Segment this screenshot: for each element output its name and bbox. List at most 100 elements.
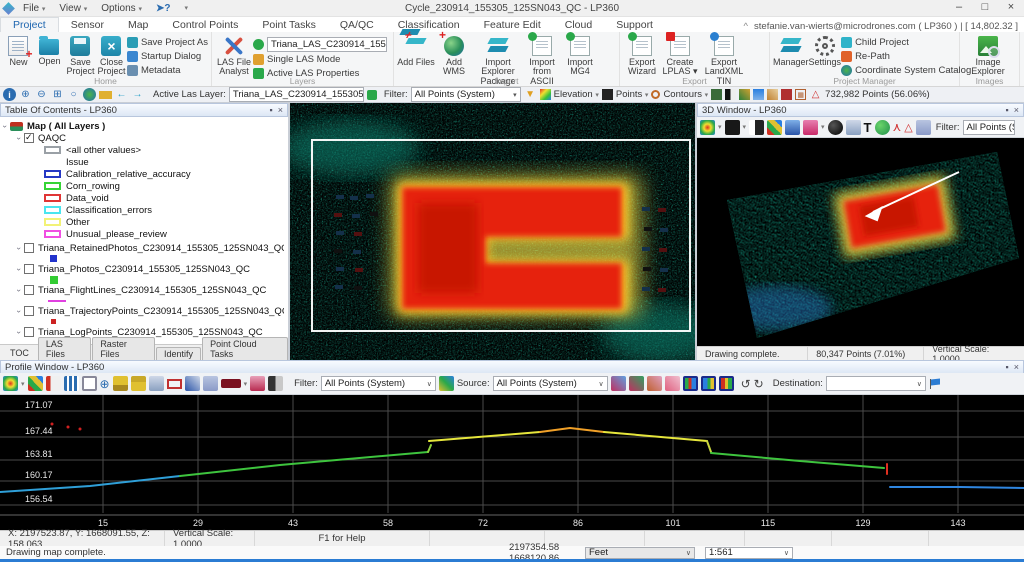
legend-corn-rowing[interactable]: Corn_rowing: [66, 181, 120, 192]
legend-calibration[interactable]: Calibration_relative_accuracy: [66, 169, 191, 180]
classify-tool-2-icon[interactable]: [628, 376, 644, 391]
display-option-5-icon[interactable]: [767, 89, 779, 100]
display-option-6-icon[interactable]: [781, 89, 793, 100]
class-palette-1-icon[interactable]: [682, 376, 698, 391]
display-option-3-icon[interactable]: [739, 89, 751, 100]
legend-unusual-please-review[interactable]: Unusual_please_review: [66, 229, 167, 240]
legend-classification-errors[interactable]: Classification_errors: [66, 205, 152, 216]
zoom-in-icon[interactable]: ⊕: [19, 88, 32, 101]
logpoints-checkbox[interactable]: [24, 327, 34, 337]
user-account-info[interactable]: stefanie.van-wierts@microdrones.com ( LP…: [754, 21, 1018, 32]
profile-zoom-icon[interactable]: ⊕: [100, 377, 110, 391]
profile-flatten-icon[interactable]: [268, 376, 284, 391]
caret-flightlines[interactable]: ›: [15, 285, 24, 295]
3d-intensity-icon[interactable]: [749, 119, 765, 135]
3d-viewshed-icon[interactable]: [845, 119, 861, 135]
zoom-window-icon[interactable]: ⊞: [51, 88, 64, 101]
maximize-button[interactable]: □: [972, 0, 998, 16]
toc-item-flightlines[interactable]: Triana_FlightLines_C230914_155305_125SN0…: [38, 285, 266, 296]
3d-points-display-icon[interactable]: [724, 119, 740, 135]
lod-grid-icon[interactable]: ▦: [795, 89, 807, 100]
profile-split-view-icon[interactable]: [81, 376, 97, 391]
import-mg4-button[interactable]: Import MG4: [561, 32, 599, 77]
units-select[interactable]: Feet ∨: [585, 546, 695, 559]
legend-other[interactable]: Other: [66, 217, 90, 228]
filter-select[interactable]: All Points (System) ▾: [410, 87, 521, 102]
profile-grid-icon[interactable]: [63, 376, 79, 391]
profile-pan-extent-icon[interactable]: [184, 376, 200, 391]
3d-filter-select[interactable]: All Points (System): [962, 119, 1015, 135]
toc-item-qaqc[interactable]: QAQC: [38, 133, 66, 144]
close-project-button[interactable]: Close Project: [96, 34, 127, 77]
startup-dialog-button[interactable]: Startup Dialog: [126, 50, 208, 63]
single-las-mode-button[interactable]: Single LAS Mode: [253, 53, 389, 66]
3d-globe-icon[interactable]: [874, 119, 890, 135]
3d-classification-colors-icon[interactable]: [767, 119, 783, 135]
tab-toc[interactable]: TOC: [2, 346, 37, 360]
retainedphotos-checkbox[interactable]: [24, 243, 34, 253]
child-project-button[interactable]: Child Project: [841, 36, 971, 49]
identify-icon[interactable]: i: [3, 88, 16, 101]
minimize-button[interactable]: –: [946, 0, 972, 16]
3d-profile-icon[interactable]: [803, 119, 819, 135]
3d-surface-icon[interactable]: [785, 119, 801, 135]
layer-mode-icon[interactable]: [366, 89, 377, 100]
profile-classify-person-icon[interactable]: [250, 376, 266, 391]
map-scale-select[interactable]: 1:561 ∨: [705, 546, 793, 559]
profile-source-select[interactable]: All Points (System) ∨: [492, 376, 608, 391]
tab-las-files[interactable]: LAS Files: [37, 337, 92, 360]
trajectorypoints-checkbox[interactable]: [24, 306, 34, 316]
tab-sensor[interactable]: Sensor: [59, 18, 116, 32]
collapse-ribbon-icon[interactable]: ^: [744, 21, 748, 32]
las-file-analyst-button[interactable]: LAS File Analyst: [215, 34, 253, 77]
caret-logpoints[interactable]: ›: [15, 327, 24, 337]
caret-trajectorypoints[interactable]: ›: [15, 306, 24, 316]
profile-map-select-icon[interactable]: [148, 376, 164, 391]
re-path-button[interactable]: Re-Path: [841, 50, 971, 63]
3d-pin-icon[interactable]: ▪: [1006, 105, 1009, 115]
caret-retainedphotos[interactable]: ›: [15, 243, 24, 253]
settings-button[interactable]: Settings: [809, 34, 841, 67]
class-palette-3-icon[interactable]: [718, 376, 734, 391]
profile-points-icon[interactable]: [45, 376, 61, 391]
image-explorer-button[interactable]: Image Explorer: [963, 34, 1013, 77]
legend-data-void[interactable]: Data_void: [66, 193, 109, 204]
flightlines-checkbox[interactable]: [24, 285, 34, 295]
pan-icon[interactable]: ○: [67, 88, 80, 101]
caret-qaqc[interactable]: ›: [15, 133, 24, 143]
elevation-mode[interactable]: Elevation ▾: [554, 89, 599, 100]
context-help-cursor-icon[interactable]: ➤?: [149, 3, 178, 14]
tab-qaqc[interactable]: QA/QC: [328, 18, 386, 32]
save-project-as-button[interactable]: Save Project As: [126, 36, 208, 49]
tab-point-tasks[interactable]: Point Tasks: [250, 18, 328, 32]
classify-tool-1-icon[interactable]: [610, 376, 626, 391]
profile-plot[interactable]: 171.07 167.44 163.81 160.17 156.54 15 29…: [0, 395, 1024, 530]
active-las-layer-combo[interactable]: Triana_LAS_C230914_15530▾: [253, 36, 389, 52]
qaqc-checkbox[interactable]: [24, 132, 34, 143]
menu-options[interactable]: Options ▾: [94, 3, 149, 14]
tab-map[interactable]: Map: [116, 18, 160, 32]
profile-close-icon[interactable]: ×: [1014, 362, 1019, 372]
map-view[interactable]: [280, 103, 720, 363]
display-option-4-icon[interactable]: [753, 89, 765, 100]
caret-photos[interactable]: ›: [15, 264, 24, 274]
3d-tin-icon[interactable]: △: [904, 121, 912, 134]
profile-measure-depth-icon[interactable]: [130, 376, 146, 391]
export-wizard-button[interactable]: Export Wizard: [623, 32, 661, 77]
display-option-1-icon[interactable]: [711, 89, 723, 100]
3d-trajectory-icon[interactable]: ⋏: [893, 120, 902, 134]
profile-trace-icon[interactable]: [220, 379, 241, 388]
3d-view[interactable]: [697, 138, 1024, 346]
tab-raster-files[interactable]: Raster Files: [92, 337, 156, 360]
flag-icon[interactable]: [929, 378, 941, 389]
save-project-button[interactable]: Save Project: [65, 34, 96, 77]
profile-pin-icon[interactable]: ▪: [1006, 362, 1009, 372]
legend-issue[interactable]: Issue: [66, 157, 89, 168]
close-button[interactable]: ×: [998, 0, 1024, 16]
new-button[interactable]: New: [3, 34, 34, 67]
tab-point-cloud-tasks[interactable]: Point Cloud Tasks: [202, 337, 288, 360]
profile-measure-width-icon[interactable]: [112, 376, 128, 391]
photos-checkbox[interactable]: [24, 264, 34, 274]
profile-copy-icon[interactable]: [202, 376, 218, 391]
toc-item-map-all-layers[interactable]: Map ( All Layers ): [27, 121, 105, 132]
